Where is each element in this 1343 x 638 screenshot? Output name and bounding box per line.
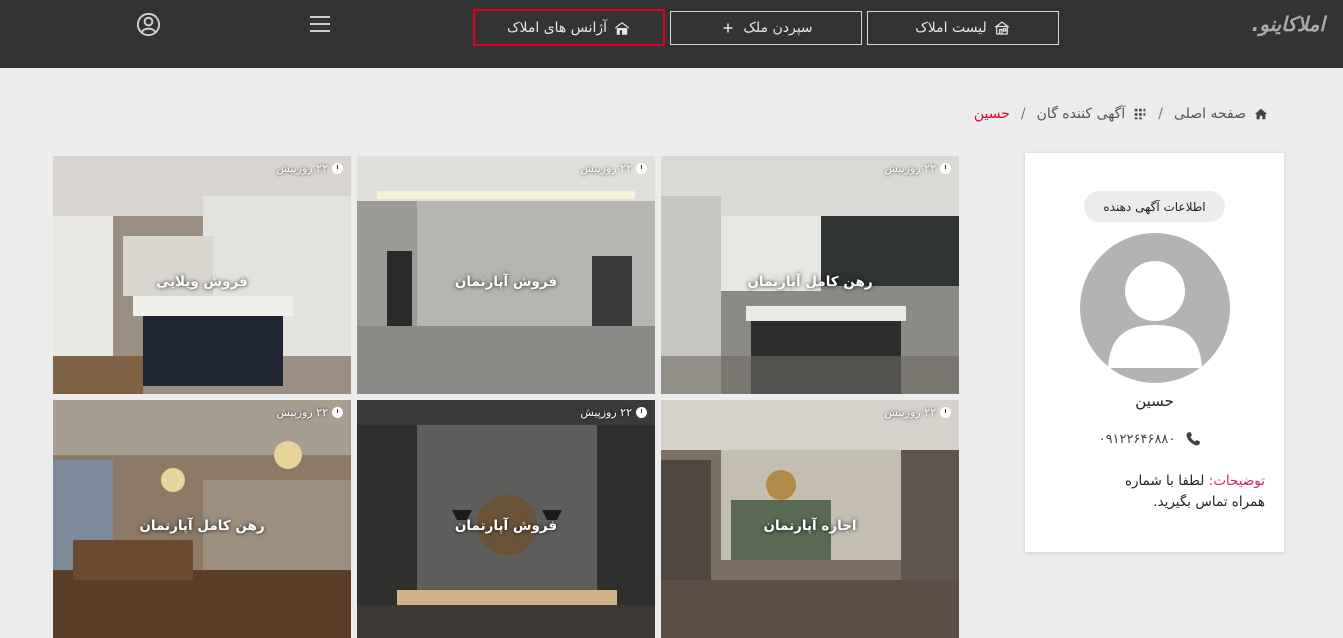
advertiser-profile-card: اطلاعات آگهی دهنده حسین ۰۹۱۲۲۶۴۶۸۸۰ توضی… <box>1025 153 1284 552</box>
listing-title: فروش آپارتمان <box>454 274 558 290</box>
listing-date: ۲۲ روزپیش <box>884 406 951 419</box>
menu-icon[interactable] <box>307 11 333 37</box>
listing-title: فروش آپارتمان <box>454 518 558 534</box>
listing-title: رهن کامل آپارتمان <box>747 274 873 290</box>
listing-date-text: ۲۲ روزپیش <box>276 406 328 419</box>
listing-title: اجاره آپارتمان <box>763 518 857 534</box>
home-icon <box>1254 108 1268 120</box>
home-building-icon <box>994 21 1009 35</box>
listing-card[interactable]: ۲۲ روزپیش رهن کامل آپارتمان <box>661 156 959 394</box>
clock-icon <box>636 407 647 418</box>
phone-number: ۰۹۱۲۲۶۴۶۸۸۰ <box>1098 431 1176 447</box>
phone-icon <box>1186 432 1201 446</box>
clock-icon <box>940 407 951 418</box>
listing-title: رهن کامل آپارتمان <box>139 518 265 534</box>
listing-date: ۲۲ روزپیش <box>276 162 343 175</box>
advertiser-phone[interactable]: ۰۹۱۲۲۶۴۶۸۸۰ <box>1085 429 1215 449</box>
nav-submit-property-label: سپردن ملک <box>743 20 813 36</box>
plus-icon <box>723 23 733 33</box>
listing-date: ۲۲ روزپیش <box>276 406 343 419</box>
listing-card[interactable]: ۲۲ روزپیش فروش آپارتمان <box>357 400 655 638</box>
nav-property-list-label: لیست املاک <box>915 20 987 36</box>
clock-icon <box>940 163 951 174</box>
advertiser-info-badge: اطلاعات آگهی دهنده <box>1084 191 1225 222</box>
listing-date-text: ۲۲ روزپیش <box>884 406 936 419</box>
breadcrumb-separator: / <box>1158 106 1163 122</box>
logo-text: املاکاینو <box>1259 12 1325 36</box>
breadcrumb: صفحه اصلی / آگهی کننده گان / حسین <box>974 103 1268 125</box>
breadcrumb-current: حسین <box>973 106 1010 122</box>
nav-agencies-label: آژانس های املاک <box>506 19 608 36</box>
listing-date-text: ۲۲ روزپیش <box>580 162 632 175</box>
site-logo[interactable]: املاکاینو. <box>1215 12 1325 40</box>
description-label: توضیحات: <box>1208 473 1265 489</box>
listing-date-text: ۲۲ روزپیش <box>276 162 328 175</box>
listing-date-text: ۲۲ روزپیش <box>580 406 632 419</box>
clock-icon <box>636 163 647 174</box>
listing-date: ۲۲ روزپیش <box>580 162 647 175</box>
top-header: املاکاینو. لیست املاک سپردن ملک آژانس ها… <box>0 0 1343 68</box>
nav-submit-property-button[interactable]: سپردن ملک <box>670 11 862 45</box>
clock-icon <box>332 163 343 174</box>
nav-agencies-button[interactable]: آژانس های املاک <box>473 9 665 46</box>
listing-title: فروش ویلایی <box>156 274 248 290</box>
listing-date-text: ۲۲ روزپیش <box>884 162 936 175</box>
avatar-icon <box>1080 233 1230 383</box>
listing-date: ۲۲ روزپیش <box>884 162 951 175</box>
listing-date: ۲۲ روزپیش <box>580 406 647 419</box>
listing-card[interactable]: ۲۲ روزپیش رهن کامل آپارتمان <box>53 400 351 638</box>
clock-icon <box>332 407 343 418</box>
breadcrumb-home-link[interactable]: صفحه اصلی <box>1174 106 1246 122</box>
breadcrumb-advertisers-link[interactable]: آگهی کننده گان <box>1037 106 1126 122</box>
user-circle-icon[interactable] <box>135 11 162 38</box>
listing-card[interactable]: ۲۲ روزپیش اجاره آپارتمان <box>661 400 959 638</box>
advertiser-name: حسین <box>1135 392 1174 410</box>
listing-card[interactable]: ۲۲ روزپیش فروش آپارتمان <box>357 156 655 394</box>
grid-icon <box>1134 108 1146 120</box>
breadcrumb-separator: / <box>1020 106 1026 122</box>
advertiser-description: توضیحات: لطفا با شماره همراه تماس بگیرید… <box>1115 471 1265 513</box>
agency-icon <box>615 21 629 35</box>
nav-property-list-button[interactable]: لیست املاک <box>867 11 1059 45</box>
listing-card[interactable]: ۲۲ روزپیش فروش ویلایی <box>53 156 351 394</box>
